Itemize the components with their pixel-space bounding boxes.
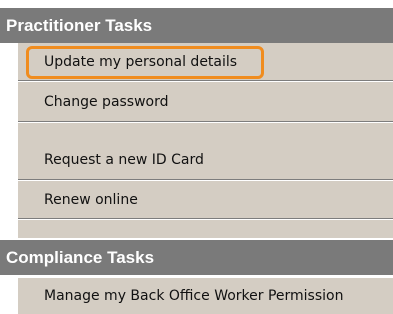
section-header-compliance-tasks: Compliance Tasks bbox=[0, 240, 393, 275]
menu-spacer bbox=[18, 123, 393, 141]
menu-item-manage-back-office-permission[interactable]: Manage my Back Office Worker Permission bbox=[18, 278, 393, 314]
section-header-practitioner-tasks: Practitioner Tasks bbox=[0, 8, 393, 43]
menu-item-request-id-card[interactable]: Request a new ID Card bbox=[18, 141, 393, 180]
menu-item-renew-online[interactable]: Renew online bbox=[18, 181, 393, 219]
menu-item-update-personal-details[interactable]: Update my personal details bbox=[18, 43, 393, 81]
menu-spacer bbox=[18, 220, 393, 238]
task-menu: Practitioner Tasks Update my personal de… bbox=[0, 0, 393, 314]
menu-item-change-password[interactable]: Change password bbox=[18, 82, 393, 122]
